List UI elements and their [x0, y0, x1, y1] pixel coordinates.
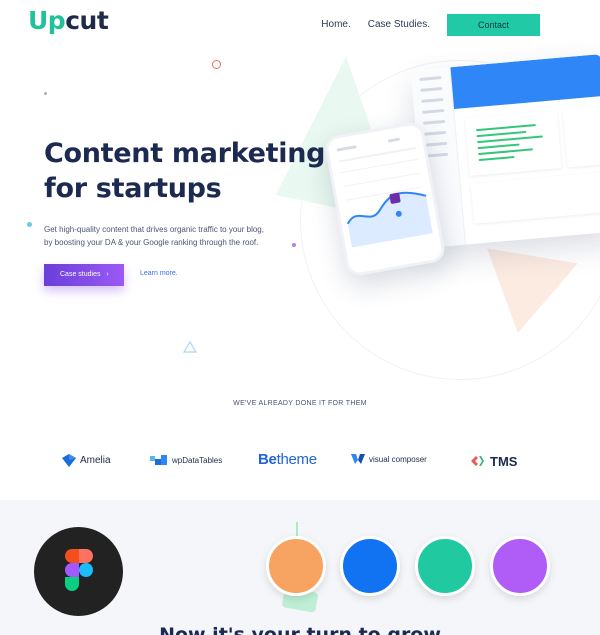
contact-button[interactable]: Contact [447, 14, 540, 36]
client-logo-wpdatatables: wpDataTables [150, 454, 222, 467]
chevron-right-icon: › [106, 271, 109, 278]
color-swatch-blue[interactable] [340, 536, 400, 596]
clients-title: WE'VE ALREADY DONE IT FOR THEM [233, 400, 367, 407]
hero-title: Content marketing for startups [44, 136, 344, 206]
upcut-logo[interactable]: Upcut [28, 6, 109, 35]
client-logo-tms: TMS [471, 454, 517, 469]
hero-title-line-2: for startups [44, 173, 222, 204]
visual-composer-wordmark: visual composer [369, 454, 427, 464]
logo-up: Up [28, 6, 66, 35]
figma-badge [34, 527, 123, 616]
phone-chart [336, 137, 433, 248]
hero-title-line-1: Content marketing [44, 138, 326, 169]
color-swatch-purple[interactable] [490, 536, 550, 596]
betheme-be: Be [258, 451, 277, 468]
orange-ring-decoration [212, 60, 221, 69]
amelia-wordmark: Amelia [80, 455, 111, 466]
color-swatch-orange[interactable] [266, 536, 326, 596]
tms-wordmark: TMS [490, 454, 518, 469]
nav-case-studies-link[interactable]: Case Studies. [368, 14, 430, 36]
dashboard-chart-card [464, 110, 562, 176]
figma-icon [65, 549, 93, 591]
nav-home-link[interactable]: Home. [321, 14, 350, 36]
color-swatch-green[interactable] [415, 536, 475, 596]
bottom-section-heading: Now it's your turn to grow [159, 624, 441, 635]
logo-cut: cut [65, 6, 109, 35]
client-logo-amelia: Amelia [62, 454, 111, 467]
triangle-outline-decoration [183, 341, 197, 353]
dashboard-side-card [562, 106, 600, 168]
wpdatatables-wordmark: wpDataTables [172, 456, 223, 465]
betheme-theme: theme [276, 451, 318, 468]
dashboard-bottom-card [470, 171, 600, 224]
client-logo-visual-composer: visual composer [351, 454, 427, 464]
blue-dot-decoration [27, 222, 32, 227]
grey-dot-decoration [44, 92, 47, 95]
case-studies-button-label: Case studies [60, 271, 101, 278]
hero-subtitle: Get high-quality content that drives org… [44, 223, 314, 249]
hero-subtitle-line-1: Get high-quality content that drives org… [44, 225, 264, 234]
tms-icon [471, 456, 484, 466]
amelia-icon [62, 454, 76, 467]
main-nav: Home. Case Studies. Contact [321, 14, 540, 36]
learn-more-link[interactable]: Learn more. [140, 270, 178, 277]
case-studies-button[interactable]: Case studies › [44, 264, 124, 286]
wpdatatables-icon [150, 455, 167, 465]
client-logo-betheme: Be theme [258, 451, 317, 468]
visual-composer-icon [351, 454, 365, 464]
hero-subtitle-line-2: by boosting your DA & your Google rankin… [44, 238, 259, 247]
